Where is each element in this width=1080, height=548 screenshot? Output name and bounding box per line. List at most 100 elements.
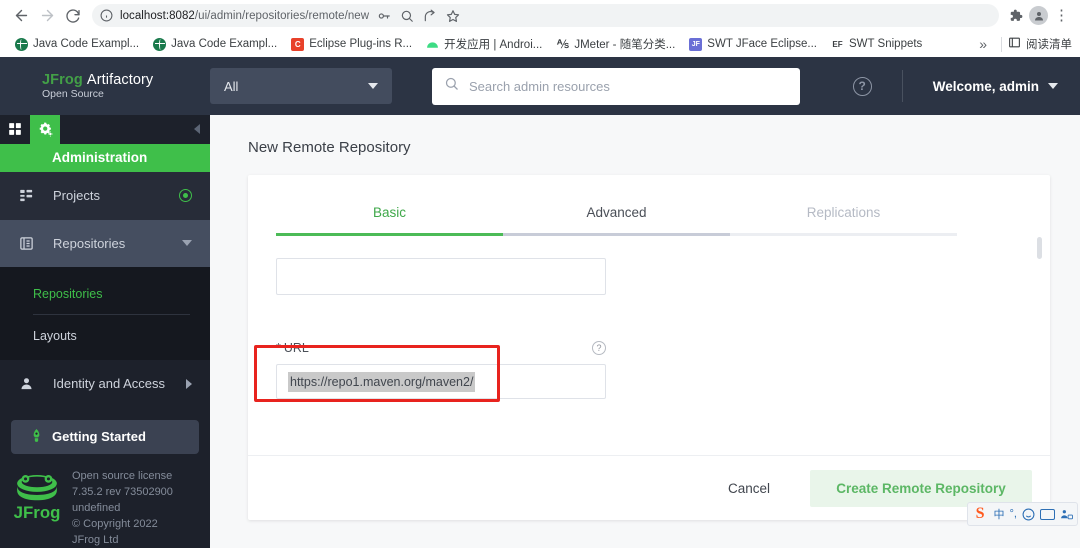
bookmark-item[interactable]: Java Code Exampl... — [146, 36, 284, 53]
browser-chrome: localhost:8082/ui/admin/repositories/rem… — [0, 0, 1080, 57]
gears-icon — [39, 122, 53, 137]
admin-search-box[interactable]: Search admin resources — [432, 67, 800, 105]
version-line: 7.35.2 rev 73502900 — [72, 486, 173, 498]
reading-list-button[interactable]: 阅读清单 — [1008, 36, 1072, 52]
logo-jfrog-text: JFrog — [42, 71, 83, 88]
url-field-wrap: https://repo1.maven.org/maven2/ — [254, 345, 1050, 402]
reading-list-icon — [1008, 36, 1021, 52]
profile-avatar-icon[interactable] — [1029, 6, 1048, 25]
form-tabs: Basic Advanced Replications — [248, 175, 1050, 236]
tab-advanced[interactable]: Advanced — [503, 205, 730, 236]
bookmark-item[interactable]: ⅍ JMeter - 随笔分类... — [549, 34, 682, 54]
logo-artifactory-text: Artifactory — [86, 71, 154, 88]
sidebar-item-projects[interactable]: Projects — [0, 172, 210, 220]
chrome-menu-kebab-icon[interactable]: ⋮ — [1051, 5, 1072, 26]
chevron-down-icon — [368, 83, 378, 89]
card-scrollbar-thumb[interactable] — [1037, 237, 1042, 259]
url-path: /ui/admin/repositories/remote/new — [194, 9, 370, 22]
extensions-puzzle-icon[interactable] — [1005, 5, 1026, 26]
sidebar-item-label: Identity and Access — [53, 376, 166, 392]
company-line: JFrog Ltd — [72, 534, 119, 546]
globe-favicon — [15, 37, 28, 51]
create-remote-repository-button[interactable]: Create Remote Repository — [810, 469, 1032, 507]
scope-select[interactable]: All — [210, 68, 392, 104]
help-question-icon[interactable]: ? — [852, 76, 872, 96]
jfrog-logo[interactable]: JFrog Artifactory Open Source — [0, 72, 210, 101]
chevron-right-icon — [186, 378, 192, 389]
swt-favicon: JF — [689, 37, 703, 51]
artifactory-app: JFrog Artifactory Open Source All Search… — [0, 57, 1080, 548]
chevron-down-icon — [182, 240, 192, 247]
address-bar[interactable]: localhost:8082/ui/admin/repositories/rem… — [92, 4, 999, 27]
cancel-button[interactable]: Cancel — [702, 471, 796, 506]
apps-grid-tab[interactable] — [0, 115, 30, 144]
app-body: Administration Projects Repositories Rep… — [0, 115, 1080, 548]
target-dot-icon — [179, 189, 192, 203]
repositories-list-icon — [17, 236, 35, 251]
forward-arrow-icon[interactable] — [34, 3, 60, 29]
scope-select-value: All — [224, 78, 239, 94]
copyright-line: © Copyright 2022 — [72, 518, 158, 530]
ime-punctuation-label[interactable]: °, — [1010, 508, 1017, 520]
sidebar-subitem-layouts[interactable]: Layouts — [0, 315, 210, 356]
user-menu[interactable]: Welcome, admin — [933, 79, 1058, 94]
url-field-label: * URL ? — [276, 341, 606, 355]
sidebar-item-label: Repositories — [53, 235, 126, 251]
user-icon — [17, 376, 35, 391]
question-mark-icon[interactable]: ? — [592, 341, 606, 355]
sidebar: Administration Projects Repositories Rep… — [0, 115, 210, 548]
keyboard-icon[interactable] — [1040, 508, 1055, 520]
ef-favicon: EF — [832, 39, 843, 49]
sidebar-item-label: Projects — [53, 188, 100, 204]
form-area: * URL ? https://repo1.maven.org/maven2/ — [248, 236, 1050, 402]
undefined-line: undefined — [72, 502, 121, 514]
site-info-icon[interactable] — [100, 9, 113, 22]
sidebar-item-repositories[interactable]: Repositories — [0, 219, 210, 268]
sidebar-item-identity-and-access[interactable]: Identity and Access — [0, 360, 210, 408]
bookmark-item[interactable]: JF SWT JFace Eclipse... — [682, 36, 824, 53]
c-favicon: C — [291, 37, 305, 51]
main-content: New Remote Repository Basic Advanced Rep… — [210, 115, 1080, 548]
tab-replications[interactable]: Replications — [730, 205, 957, 236]
bookmark-item[interactable]: 开发应用 | Androi... — [419, 34, 549, 54]
share-icon[interactable] — [419, 5, 440, 26]
bookmark-item[interactable]: C Eclipse Plug-ins R... — [284, 36, 419, 53]
rocket-icon — [29, 428, 44, 446]
license-line: Open source license — [72, 470, 173, 482]
browser-toolbar-right: ⋮ — [1005, 5, 1072, 26]
sidebar-subitem-repositories[interactable]: Repositories — [0, 273, 210, 314]
jfrog-frog-logo: JFrog — [14, 468, 60, 548]
url-host: localhost:8082 — [120, 9, 195, 22]
bookmarks-overflow-button[interactable]: » — [971, 36, 995, 52]
key-icon[interactable] — [373, 5, 394, 26]
smiley-icon[interactable] — [1022, 508, 1035, 521]
getting-started-button[interactable]: Getting Started — [11, 419, 199, 454]
app-header: JFrog Artifactory Open Source All Search… — [0, 57, 1080, 115]
bookmark-item[interactable]: EF SWT Snippets — [824, 36, 929, 53]
tab-basic[interactable]: Basic — [276, 205, 503, 236]
bookmarks-bar: Java Code Exampl... Java Code Exampl... … — [0, 31, 1080, 57]
repository-key-input[interactable] — [276, 258, 606, 295]
page-title: New Remote Repository — [248, 139, 411, 156]
sidebar-module-tabs — [0, 115, 210, 144]
bookmark-label: SWT Snippets — [849, 38, 923, 50]
sidebar-collapse-button[interactable] — [184, 115, 210, 144]
required-asterisk: * — [276, 341, 281, 355]
administration-tab[interactable] — [30, 115, 60, 144]
android-favicon — [426, 38, 439, 51]
search-icon — [444, 76, 459, 96]
sogou-s-icon[interactable]: S — [972, 505, 989, 523]
browser-nav-row: localhost:8082/ui/admin/repositories/rem… — [0, 0, 1080, 31]
back-arrow-icon[interactable] — [8, 3, 34, 29]
ime-mode-label[interactable]: 中 — [994, 506, 1005, 522]
grid-apps-icon — [9, 123, 21, 136]
bookmark-label: Java Code Exampl... — [33, 38, 140, 50]
url-input[interactable]: https://repo1.maven.org/maven2/ — [276, 364, 606, 399]
reload-icon[interactable] — [60, 3, 86, 29]
collapse-left-chevron-icon — [194, 124, 200, 135]
bookmark-star-icon[interactable] — [442, 5, 463, 26]
zoom-icon[interactable] — [396, 5, 417, 26]
address-bar-url: localhost:8082/ui/admin/repositories/rem… — [120, 10, 369, 22]
ime-toolbox-icon[interactable] — [1060, 508, 1073, 521]
bookmark-item[interactable]: Java Code Exampl... — [8, 36, 146, 53]
